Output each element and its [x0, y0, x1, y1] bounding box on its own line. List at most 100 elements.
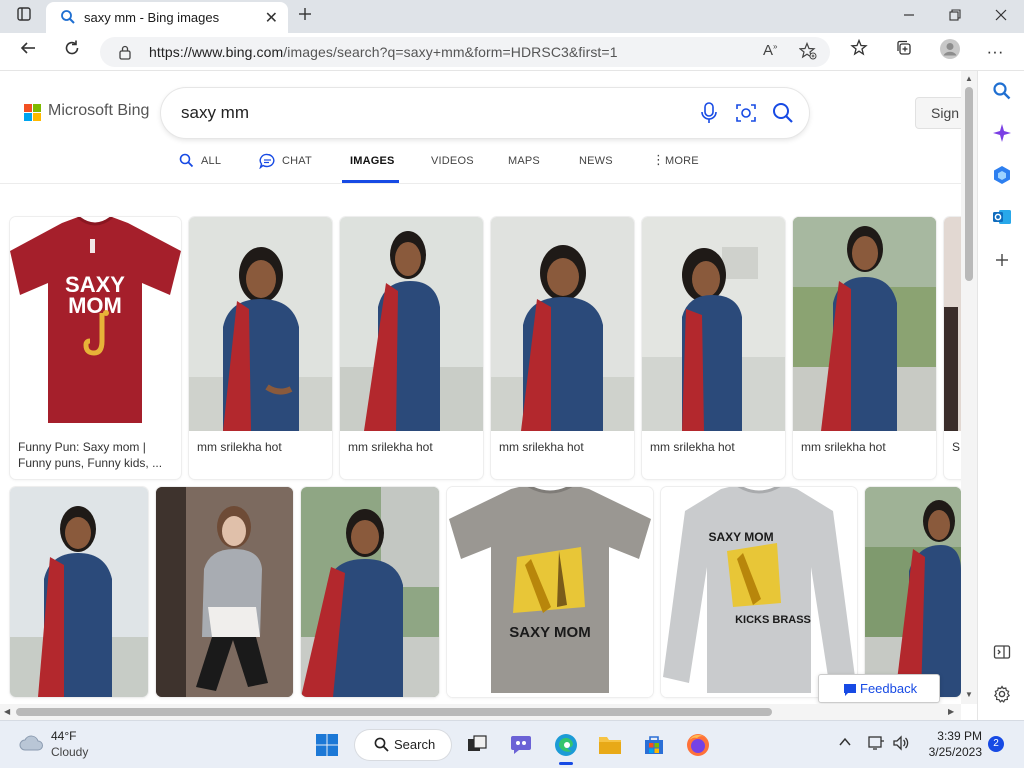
image-result[interactable]: mm srilekha hot	[642, 217, 785, 479]
feedback-button[interactable]: Feedback	[818, 674, 940, 703]
microsoft-store-icon[interactable]	[638, 729, 670, 761]
visual-search-icon[interactable]	[734, 101, 758, 130]
scroll-down-arrow-icon[interactable]: ▼	[965, 690, 973, 699]
image-result[interactable]: mm srilekha hot	[491, 217, 634, 479]
clock-date[interactable]: 3/25/2023	[920, 745, 982, 759]
result-image-tshirt[interactable]: SAXY MOM	[447, 487, 653, 697]
scroll-right-arrow-icon[interactable]: ▶	[948, 707, 954, 716]
tab-videos[interactable]: VIDEOS	[431, 153, 474, 185]
horizontal-scroll-thumb[interactable]	[16, 708, 772, 716]
clock-time[interactable]: 3:39 PM	[930, 729, 982, 743]
volume-icon[interactable]	[892, 735, 910, 754]
title-bar: saxy mm - Bing images ✕	[0, 0, 1024, 33]
restore-button[interactable]	[932, 0, 978, 32]
chevron-up-icon[interactable]	[838, 735, 852, 752]
network-icon[interactable]	[867, 735, 885, 754]
image-result[interactable]	[10, 487, 148, 697]
weather-temperature[interactable]: 44°F	[51, 729, 76, 743]
tab-maps[interactable]: MAPS	[508, 153, 541, 185]
notification-badge[interactable]: 2	[988, 736, 1004, 752]
search-icon[interactable]	[771, 101, 795, 130]
gear-icon[interactable]	[990, 685, 1014, 709]
result-caption[interactable]: Funny Pun: Saxy mom | Funny puns, Funny …	[18, 439, 175, 471]
close-window-button[interactable]	[978, 0, 1024, 32]
tab-images-label: IMAGES	[350, 155, 395, 167]
tab-actions-icon[interactable]	[10, 4, 38, 28]
back-button[interactable]	[13, 38, 43, 66]
result-caption[interactable]: mm srilekha hot	[197, 439, 326, 455]
add-favorite-icon[interactable]	[798, 41, 817, 64]
result-caption[interactable]: S R	[952, 439, 961, 455]
result-image-sweatshirt[interactable]: SAXY MOM KICKS BRASS	[661, 487, 857, 697]
image-result[interactable]: SAXY MOM KICKS BRASS	[661, 487, 857, 697]
url-text[interactable]: https://www.bing.com/images/search?q=sax…	[149, 44, 618, 60]
result-image-photo[interactable]	[944, 217, 961, 431]
refresh-button[interactable]	[57, 38, 87, 66]
add-icon[interactable]	[990, 251, 1014, 275]
microphone-icon[interactable]	[698, 101, 720, 130]
outlook-icon[interactable]	[990, 207, 1014, 231]
nav-divider	[0, 183, 961, 184]
image-result[interactable]: mm srilekha hot	[340, 217, 483, 479]
image-result[interactable]: S R	[944, 217, 961, 479]
weather-description[interactable]: Cloudy	[51, 745, 88, 759]
taskbar-search[interactable]: Search	[355, 730, 451, 760]
image-result[interactable]	[156, 487, 293, 697]
vertical-scroll-thumb[interactable]	[965, 87, 973, 281]
horizontal-scrollbar[interactable]: ◀ ▶	[0, 704, 961, 720]
image-result[interactable]: SAXY MOM Funny Pun: Saxy mom | Funny pun…	[10, 217, 181, 479]
search-icon[interactable]	[990, 81, 1014, 105]
task-view-icon[interactable]	[461, 729, 493, 761]
result-image-photo[interactable]	[301, 487, 439, 697]
image-result[interactable]	[865, 487, 961, 697]
result-image-photo[interactable]	[10, 487, 148, 697]
read-aloud-icon[interactable]: A»	[763, 42, 777, 59]
teams-chat-icon[interactable]	[505, 729, 537, 761]
settings-more-icon[interactable]: ···	[980, 38, 1010, 66]
result-image-photo[interactable]	[156, 487, 293, 697]
result-caption[interactable]: mm srilekha hot	[348, 439, 477, 455]
profile-avatar[interactable]	[935, 38, 965, 66]
tab-images[interactable]: IMAGES	[342, 153, 399, 185]
search-query[interactable]: saxy mm	[181, 103, 249, 123]
office-icon[interactable]	[990, 165, 1014, 189]
collections-icon[interactable]	[889, 38, 919, 66]
result-image-photo[interactable]	[793, 217, 936, 431]
image-result[interactable]: mm srilekha hot	[189, 217, 332, 479]
firefox-icon[interactable]	[682, 729, 714, 761]
edge-browser-icon[interactable]	[550, 729, 582, 765]
scroll-up-arrow-icon[interactable]: ▲	[965, 74, 973, 83]
tab-chat[interactable]: CHAT	[259, 153, 315, 185]
scroll-left-arrow-icon[interactable]: ◀	[4, 707, 10, 716]
lock-icon[interactable]	[118, 44, 132, 65]
browser-tab[interactable]: saxy mm - Bing images ✕	[46, 2, 288, 33]
result-image-tshirt[interactable]: SAXY MOM	[10, 217, 181, 431]
close-tab-icon[interactable]: ✕	[265, 8, 278, 28]
new-tab-icon[interactable]	[291, 4, 319, 28]
windows-start-icon[interactable]	[311, 729, 343, 761]
tab-more[interactable]: ⋮ MORE	[652, 153, 699, 185]
image-result[interactable]	[301, 487, 439, 697]
result-caption[interactable]: mm srilekha hot	[801, 439, 930, 455]
address-bar[interactable]: https://www.bing.com/images/search?q=sax…	[100, 37, 830, 67]
vertical-scrollbar[interactable]: ▲ ▼	[961, 71, 977, 704]
tab-news[interactable]: NEWS	[579, 153, 613, 185]
result-image-photo[interactable]	[642, 217, 785, 431]
result-caption[interactable]: mm srilekha hot	[650, 439, 779, 455]
favorites-icon[interactable]	[844, 38, 874, 66]
result-image-photo[interactable]	[189, 217, 332, 431]
image-result[interactable]: SAXY MOM	[447, 487, 653, 697]
minimize-button[interactable]	[886, 0, 932, 32]
result-image-photo[interactable]	[491, 217, 634, 431]
hide-sidebar-icon[interactable]	[990, 643, 1014, 667]
tab-all[interactable]: ALL	[179, 153, 224, 185]
sparkle-icon[interactable]	[990, 123, 1014, 147]
image-result[interactable]: mm srilekha hot	[793, 217, 936, 479]
file-explorer-icon[interactable]	[594, 729, 626, 761]
result-image-photo[interactable]	[865, 487, 961, 697]
result-image-photo[interactable]	[340, 217, 483, 431]
sign-in-button[interactable]: Sign	[915, 97, 961, 129]
cloud-icon[interactable]	[18, 733, 44, 758]
result-caption[interactable]: mm srilekha hot	[499, 439, 628, 455]
search-box[interactable]: saxy mm	[161, 88, 809, 138]
